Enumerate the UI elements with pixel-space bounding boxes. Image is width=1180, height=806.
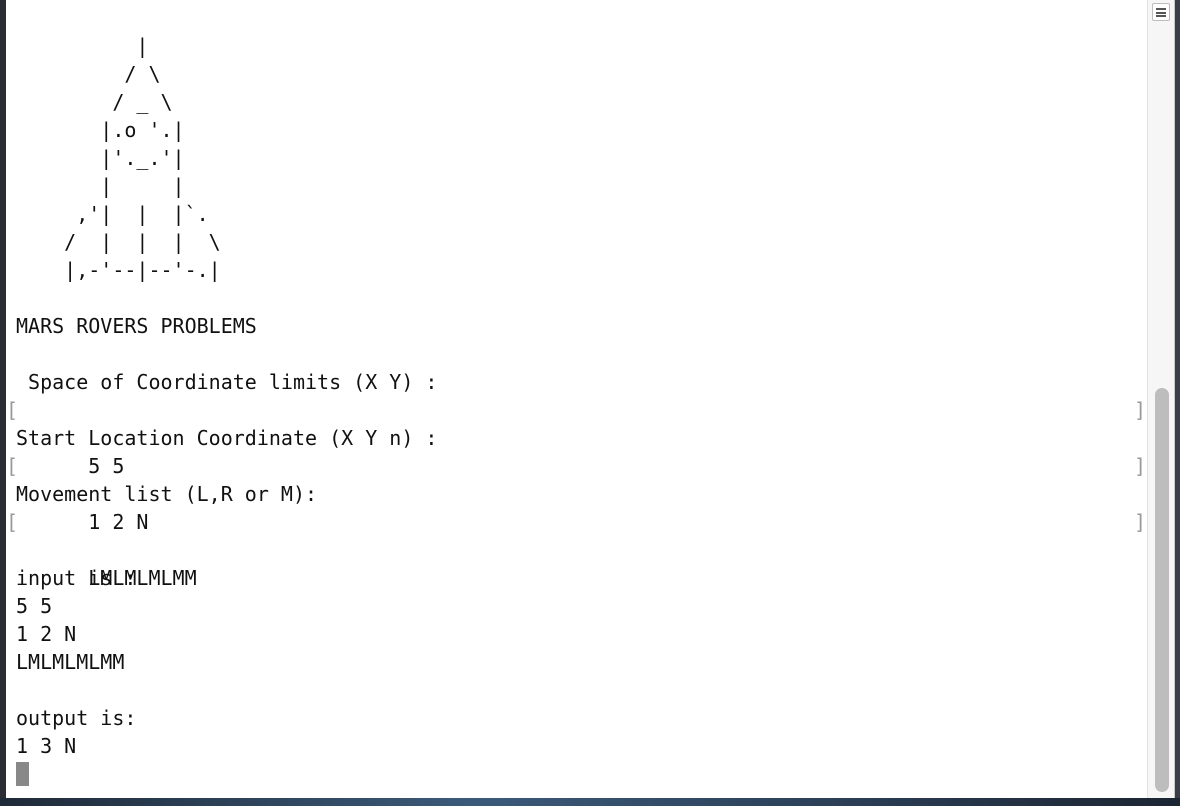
terminal-window[interactable]: | / \ / _ \ |.o '.| |'._.'| | | ,'| | |`… [6, 0, 1175, 798]
input-bracket-left: [ [6, 398, 19, 422]
split-pane-icon [1156, 8, 1166, 17]
ascii-art-line: / _ \ [16, 90, 173, 114]
input-bracket-left: [ [6, 510, 19, 534]
terminal-output: | / \ / _ \ |.o '.| |'._.'| | | ,'| | |`… [6, 32, 1146, 788]
input-limits-line: [ 5 5 ] [6, 396, 1146, 478]
ascii-art-line: | [16, 34, 149, 58]
output-header: output is: [16, 706, 137, 730]
input-bracket-right: ] [1133, 454, 1146, 478]
ascii-art-line: | | [16, 174, 185, 198]
split-pane-button[interactable] [1152, 3, 1170, 21]
input-echo-line: 5 5 [16, 594, 53, 618]
program-title: MARS ROVERS PROBLEMS [16, 314, 257, 338]
desktop-wallpaper-strip [0, 798, 1180, 806]
ascii-art-line: / \ [16, 62, 161, 86]
output-value: 1 3 N [16, 734, 77, 758]
input-movements-line: [ LMLMLMLMM ] [6, 508, 1146, 590]
input-start-line: [ 1 2 N ] [6, 452, 1146, 534]
ascii-art-line: / | | | \ [16, 230, 221, 254]
input-echo-header: input is : [16, 566, 137, 590]
ascii-art-line: |,-'--|--'-.| [16, 258, 221, 282]
prompt-limits: Space of Coordinate limits (X Y) : [16, 370, 438, 394]
ascii-art-line: ,'| | |`. [16, 202, 209, 226]
cursor-line[interactable] [16, 760, 1141, 788]
input-bracket-left: [ [6, 454, 19, 478]
input-echo-line: 1 2 N [16, 622, 77, 646]
vertical-scrollbar[interactable] [1147, 0, 1174, 798]
ascii-art-line: |.o '.| [16, 118, 185, 142]
input-bracket-right: ] [1133, 510, 1146, 534]
input-echo-line: LMLMLMLMM [16, 650, 125, 674]
prompt-start-location: Start Location Coordinate (X Y n) : [16, 426, 438, 450]
ascii-art-line: |'._.'| [16, 146, 185, 170]
input-bracket-right: ] [1133, 398, 1146, 422]
scrollbar-thumb[interactable] [1155, 388, 1169, 792]
text-cursor [16, 762, 29, 786]
prompt-movements: Movement list (L,R or M): [16, 482, 318, 506]
